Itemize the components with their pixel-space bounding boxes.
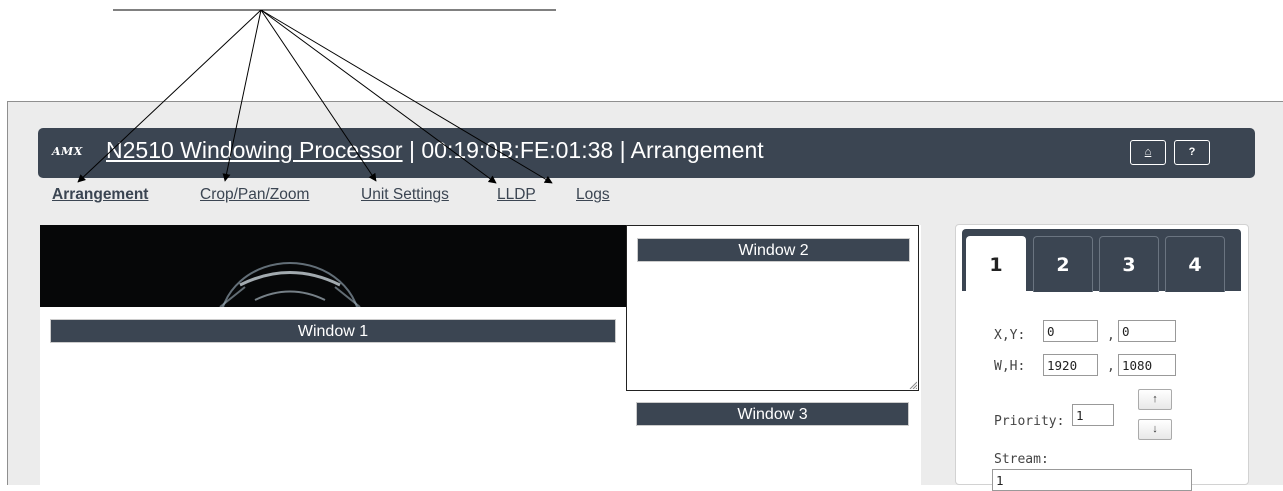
- wh-label: W,H:: [994, 359, 1026, 374]
- priority-up-button[interactable]: ↑: [1138, 389, 1172, 410]
- user-button[interactable]: ⌂: [1130, 140, 1166, 165]
- stream-input[interactable]: [992, 469, 1192, 491]
- window-3-titlebar[interactable]: Window 3: [636, 402, 909, 426]
- nav-lldp[interactable]: LLDP: [497, 186, 536, 204]
- priority-input[interactable]: [1072, 404, 1114, 426]
- priority-label: Priority:: [994, 414, 1065, 429]
- x-input[interactable]: [1043, 320, 1098, 342]
- tab-window-2[interactable]: 2: [1033, 236, 1093, 292]
- priority-down-button[interactable]: ↓: [1138, 419, 1172, 440]
- arrow-down-icon: ↓: [1152, 423, 1158, 435]
- arrow-up-icon: ↑: [1152, 393, 1158, 405]
- video-frame-image: [40, 225, 626, 307]
- tab-window-1[interactable]: 1: [966, 236, 1026, 292]
- window-1-titlebar[interactable]: Window 1: [50, 319, 616, 343]
- title-separator: |: [408, 137, 415, 163]
- title-separator: |: [619, 137, 626, 163]
- nav-crop-pan-zoom[interactable]: Crop/Pan/Zoom: [200, 186, 309, 204]
- tab-window-4[interactable]: 4: [1165, 236, 1225, 292]
- tab-window-3[interactable]: 3: [1099, 236, 1159, 292]
- xy-label: X,Y:: [994, 328, 1026, 343]
- header-bar: AMX N2510 Windowing Processor | 00:19:0B…: [38, 128, 1255, 178]
- window-3-label: Window 3: [737, 406, 808, 423]
- window-2-titlebar[interactable]: Window 2: [637, 238, 910, 262]
- window-2-label: Window 2: [738, 242, 809, 259]
- stream-label: Stream:: [994, 452, 1049, 467]
- nav-logs[interactable]: Logs: [576, 186, 610, 204]
- y-input[interactable]: [1118, 320, 1176, 342]
- current-page-name: Arrangement: [630, 137, 764, 163]
- help-icon: ?: [1188, 146, 1196, 158]
- window-1-video-preview: [40, 225, 626, 307]
- height-input[interactable]: [1118, 354, 1176, 376]
- window-1-label: Window 1: [297, 323, 369, 340]
- nav-arrangement[interactable]: Arrangement: [52, 186, 148, 204]
- wh-comma: ,: [1107, 359, 1115, 374]
- mac-address: 00:19:0B:FE:01:38: [421, 137, 614, 163]
- width-input[interactable]: [1043, 354, 1098, 376]
- device-name-link[interactable]: N2510 Windowing Processor: [106, 137, 403, 163]
- resize-handle-icon[interactable]: [909, 381, 917, 389]
- user-icon: ⌂: [1144, 146, 1152, 158]
- nav-unit-settings[interactable]: Unit Settings: [361, 186, 449, 204]
- amx-logo: AMX: [52, 145, 83, 158]
- page-title: N2510 Windowing Processor | 00:19:0B:FE:…: [106, 137, 764, 164]
- xy-comma: ,: [1107, 328, 1115, 343]
- help-button[interactable]: ?: [1174, 140, 1210, 165]
